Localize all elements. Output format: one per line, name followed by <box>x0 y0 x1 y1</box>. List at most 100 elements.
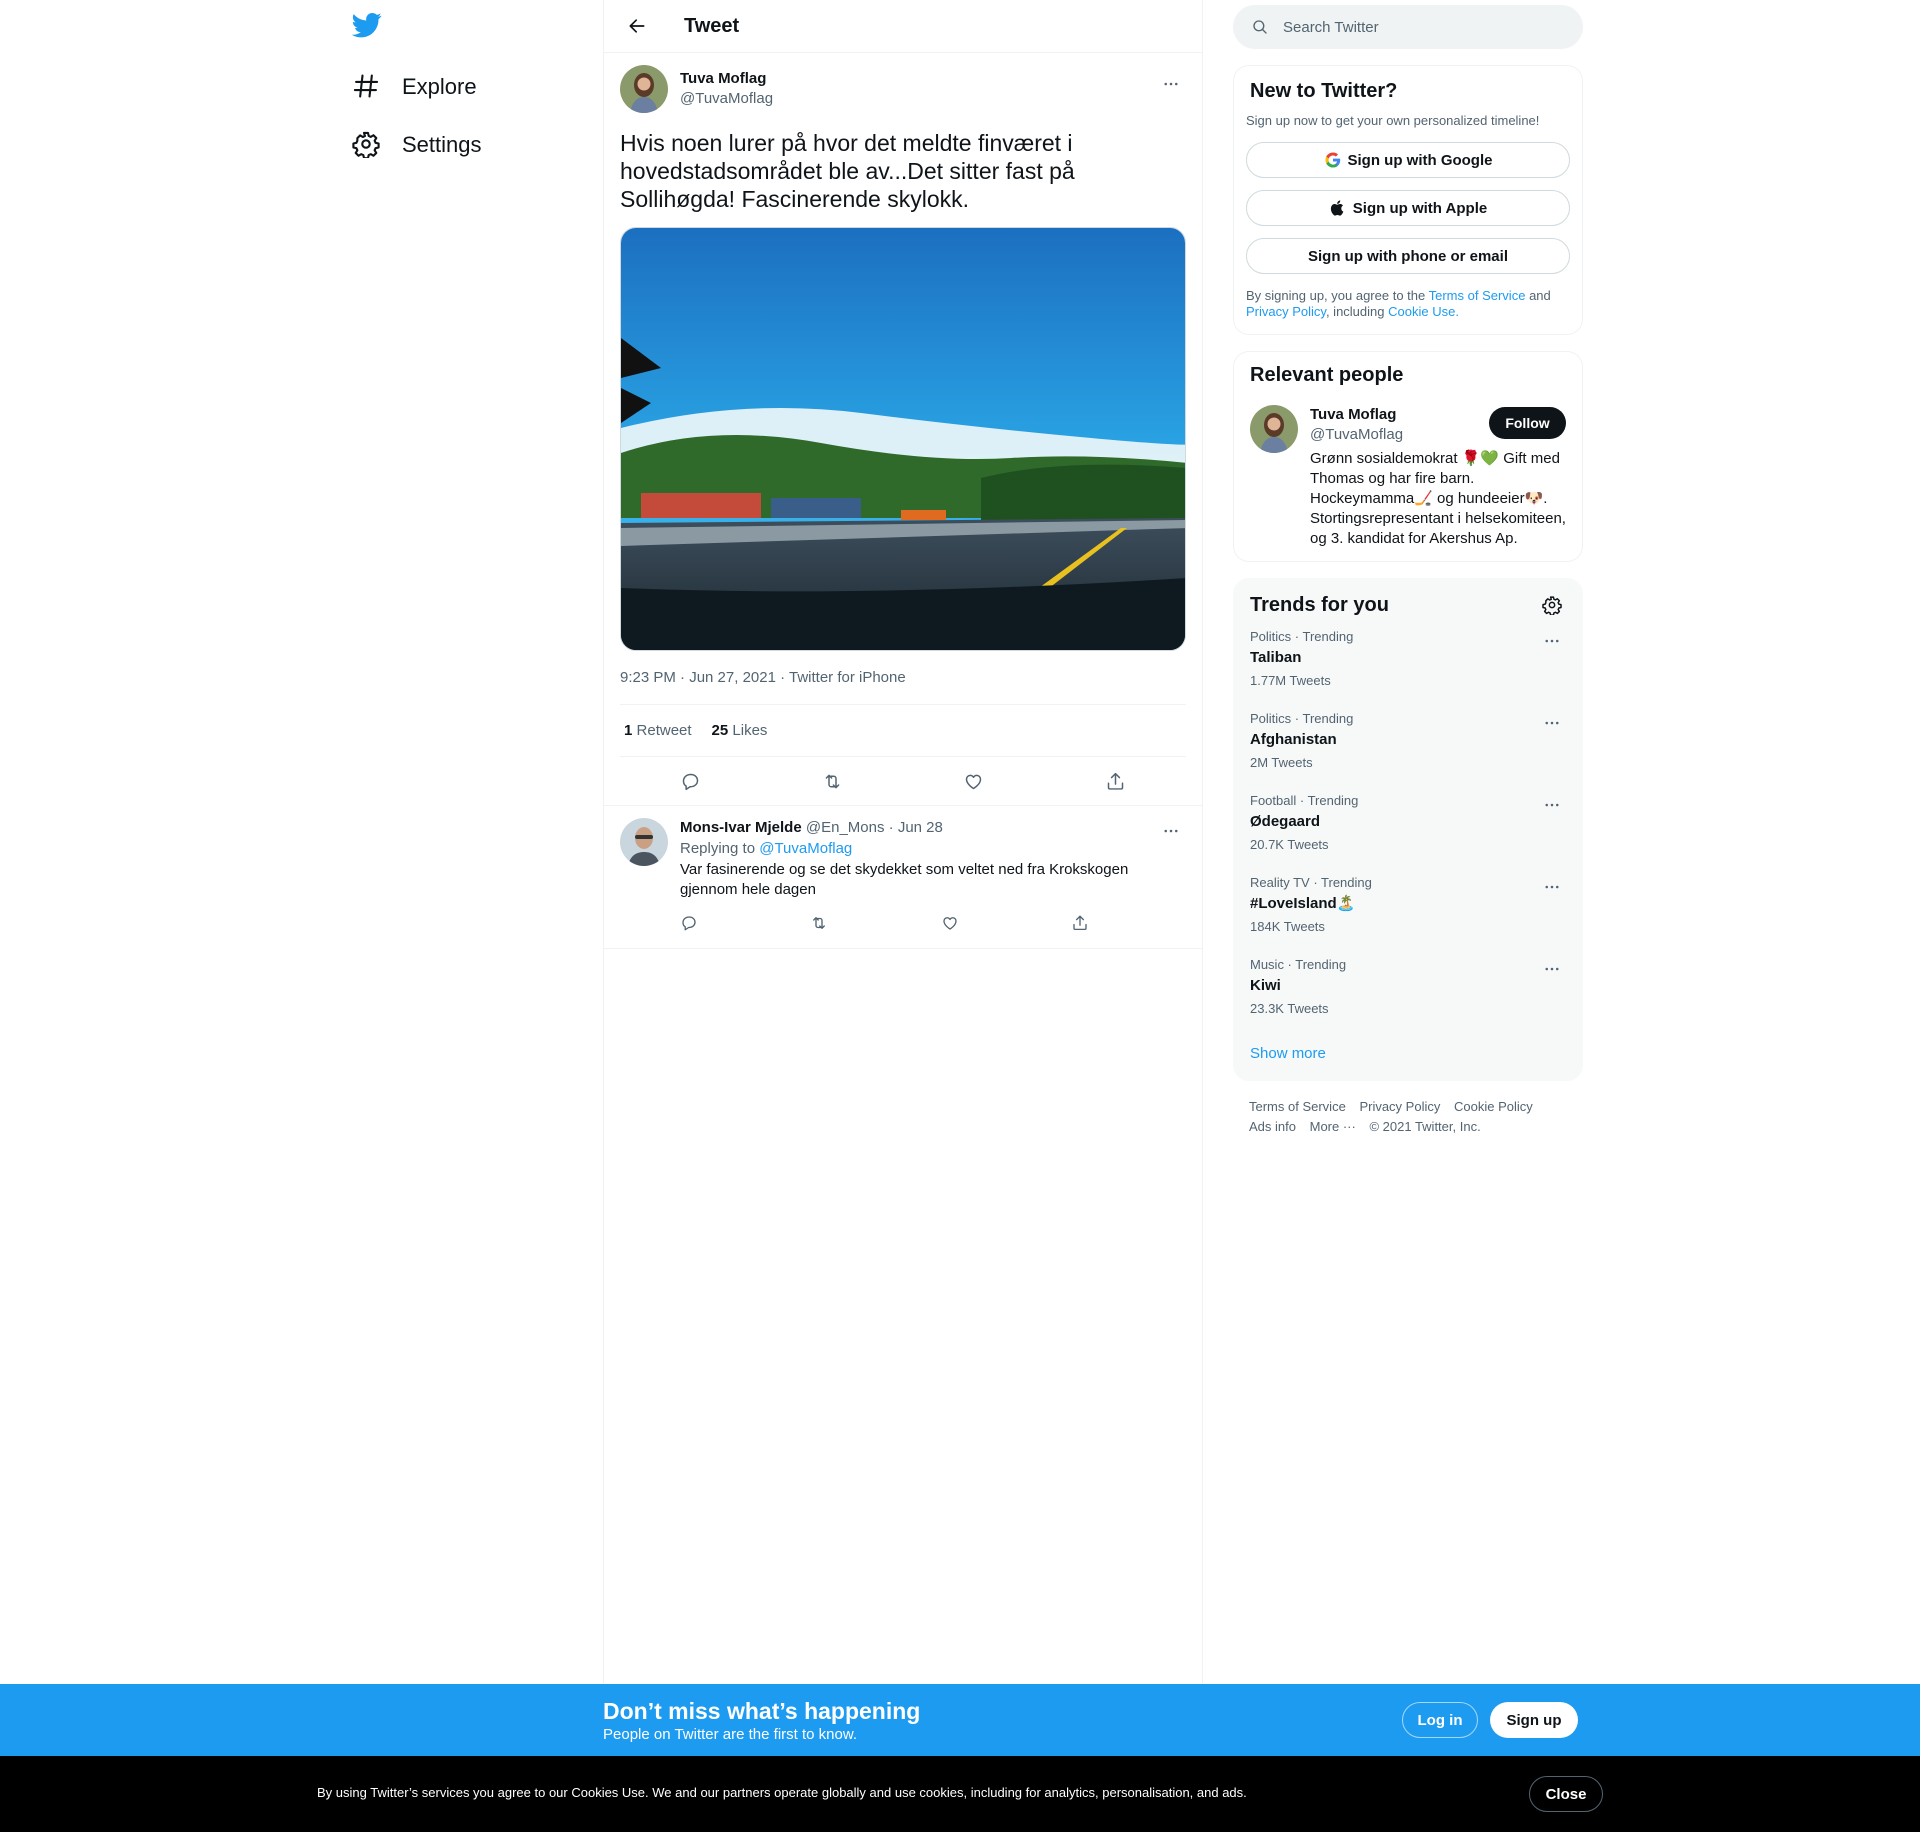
trends-title: Trends for you <box>1250 593 1389 616</box>
nav-explore[interactable]: Explore <box>352 63 477 111</box>
trend-more-button[interactable] <box>1538 627 1566 655</box>
reply-reply-button[interactable] <box>680 906 714 940</box>
nav-settings-label: Settings <box>402 132 482 157</box>
retweets-count: 1 <box>624 722 633 739</box>
author-handle[interactable]: @TuvaMoflag <box>680 89 773 109</box>
main-column: Tweet Tuva Moflag @TuvaMoflag Hvis noen … <box>603 0 1203 1684</box>
author-name[interactable]: Tuva Moflag <box>680 69 773 89</box>
terms-link[interactable]: Terms of Service <box>1429 288 1526 303</box>
trend-more-button[interactable] <box>1538 873 1566 901</box>
trend-count: 20.7K Tweets <box>1250 837 1329 852</box>
reply-button[interactable] <box>673 763 709 799</box>
search-icon <box>1251 18 1269 36</box>
footer-ads-link[interactable]: Ads info <box>1249 1119 1296 1134</box>
trends-settings-button[interactable] <box>1538 591 1566 619</box>
hashtag-icon <box>352 72 382 102</box>
more-dots-icon <box>1543 960 1561 978</box>
signup-phone-label: Sign up with phone or email <box>1307 247 1508 265</box>
tweet-timestamp[interactable]: 9:23 PM · Jun 27, 2021 · Twitter for iPh… <box>620 669 1186 705</box>
cookie-close-button[interactable]: Close <box>1529 1776 1603 1812</box>
trend-name: Afghanistan <box>1250 731 1337 748</box>
tweet-more-button[interactable] <box>1156 69 1186 99</box>
trend-count: 23.3K Tweets <box>1250 1001 1329 1016</box>
search-input[interactable] <box>1283 18 1543 36</box>
reply-more-button[interactable] <box>1156 816 1186 846</box>
share-button[interactable] <box>1097 763 1133 799</box>
footer-terms-link[interactable]: Terms of Service <box>1249 1099 1346 1114</box>
like-button[interactable] <box>956 763 992 799</box>
legal-text-2: and <box>1529 288 1551 303</box>
login-prompt-bar: Don’t miss what’s happening People on Tw… <box>0 1684 1920 1756</box>
trend-item[interactable]: Reality TV · Trending #LoveIsland🏝️ 184K… <box>1234 865 1582 947</box>
reply-retweet-button[interactable] <box>810 906 844 940</box>
trend-more-button[interactable] <box>1538 955 1566 983</box>
signup-apple-button[interactable]: Sign up with Apple <box>1246 190 1570 226</box>
cookie-link[interactable]: Cookie Use. <box>1388 304 1459 319</box>
login-button[interactable]: Log in <box>1402 1702 1478 1738</box>
reply-tweet[interactable]: Mons-Ivar Mjelde @En_Mons · Jun 28 Reply… <box>604 805 1202 949</box>
signup-phone-email-button[interactable]: Sign up with phone or email <box>1246 238 1570 274</box>
apple-icon <box>1329 199 1347 217</box>
reply-like-button[interactable] <box>941 906 975 940</box>
trend-item[interactable]: Music · Trending Kiwi 23.3K Tweets <box>1234 947 1582 1029</box>
more-dots-icon <box>1162 822 1180 840</box>
avatar[interactable] <box>620 65 668 113</box>
person-bio: Grønn sosialdemokrat 🌹💚 Gift med Thomas … <box>1310 450 1566 547</box>
more-dots-icon <box>1543 796 1561 814</box>
trend-context: Politics · Trending <box>1250 629 1354 644</box>
replying-to-link[interactable]: @TuvaMoflag <box>759 840 852 857</box>
trend-more-button[interactable] <box>1538 709 1566 737</box>
footer-more-button[interactable]: More ··· <box>1310 1119 1356 1134</box>
follow-button[interactable]: Follow <box>1489 407 1566 439</box>
reply-share-button[interactable] <box>1071 906 1105 940</box>
arrow-left-icon <box>627 16 647 36</box>
share-icon <box>1105 771 1126 792</box>
reply-date[interactable]: · Jun 28 <box>889 819 943 836</box>
trend-name: Kiwi <box>1250 977 1281 994</box>
trend-item[interactable]: Football · Trending Ødegaard 20.7K Tweet… <box>1234 783 1582 865</box>
retweet-button[interactable] <box>814 763 850 799</box>
relevant-people-card: Relevant people Tuva Moflag @TuvaMoflag … <box>1233 351 1583 562</box>
nav-settings[interactable]: Settings <box>352 121 482 169</box>
person-item[interactable]: Tuva Moflag @TuvaMoflag Grønn sosialdemo… <box>1250 405 1566 549</box>
avatar[interactable] <box>620 818 668 866</box>
likes-stat[interactable]: 25 Likes <box>712 722 768 739</box>
avatar[interactable] <box>1250 405 1298 453</box>
reply-text: Var fasinerende og se det skydekket som … <box>680 861 1129 898</box>
twitter-bird-icon[interactable] <box>352 10 386 44</box>
page-header: Tweet <box>604 0 1202 53</box>
google-icon <box>1324 151 1342 169</box>
signup-google-label: Sign up with Google <box>1347 151 1493 169</box>
tweet-actions <box>620 757 1186 805</box>
reply-icon <box>680 771 701 792</box>
trend-context: Reality TV · Trending <box>1250 875 1372 890</box>
reply-author-handle[interactable]: @En_Mons <box>806 819 885 836</box>
footer-cookie-link[interactable]: Cookie Policy <box>1454 1099 1533 1114</box>
signup-google-button[interactable]: Sign up with Google <box>1246 142 1570 178</box>
trends-card: Trends for you Politics · Trending Talib… <box>1233 578 1583 1081</box>
likes-label: Likes <box>732 722 768 739</box>
trend-context: Music · Trending <box>1250 957 1347 972</box>
trend-count: 2M Tweets <box>1250 755 1313 770</box>
tweet-photo[interactable] <box>620 227 1186 651</box>
tweet-stats: 1 Retweet 25 Likes <box>620 705 1186 757</box>
gear-icon <box>352 130 382 160</box>
footer-privacy-link[interactable]: Privacy Policy <box>1359 1099 1440 1114</box>
trend-item[interactable]: Politics · Trending Afghanistan 2M Tweet… <box>1234 701 1582 783</box>
privacy-link[interactable]: Privacy Policy <box>1246 304 1326 319</box>
signup-button[interactable]: Sign up <box>1490 1702 1578 1738</box>
trend-item[interactable]: Politics · Trending Taliban 1.77M Tweets <box>1234 619 1582 701</box>
trend-more-button[interactable] <box>1538 791 1566 819</box>
show-more-link[interactable]: Show more <box>1234 1029 1582 1080</box>
more-dots-icon <box>1162 75 1180 93</box>
heart-icon <box>941 914 959 932</box>
search-bar[interactable] <box>1233 5 1583 49</box>
trend-count: 184K Tweets <box>1250 919 1325 934</box>
gear-icon <box>1542 595 1562 615</box>
reply-author-name[interactable]: Mons-Ivar Mjelde <box>680 819 802 836</box>
reply-icon <box>680 914 698 932</box>
more-dots-icon <box>1543 878 1561 896</box>
trend-context: Football · Trending <box>1250 793 1359 808</box>
back-button[interactable] <box>620 9 654 43</box>
retweets-stat[interactable]: 1 Retweet <box>624 722 692 739</box>
